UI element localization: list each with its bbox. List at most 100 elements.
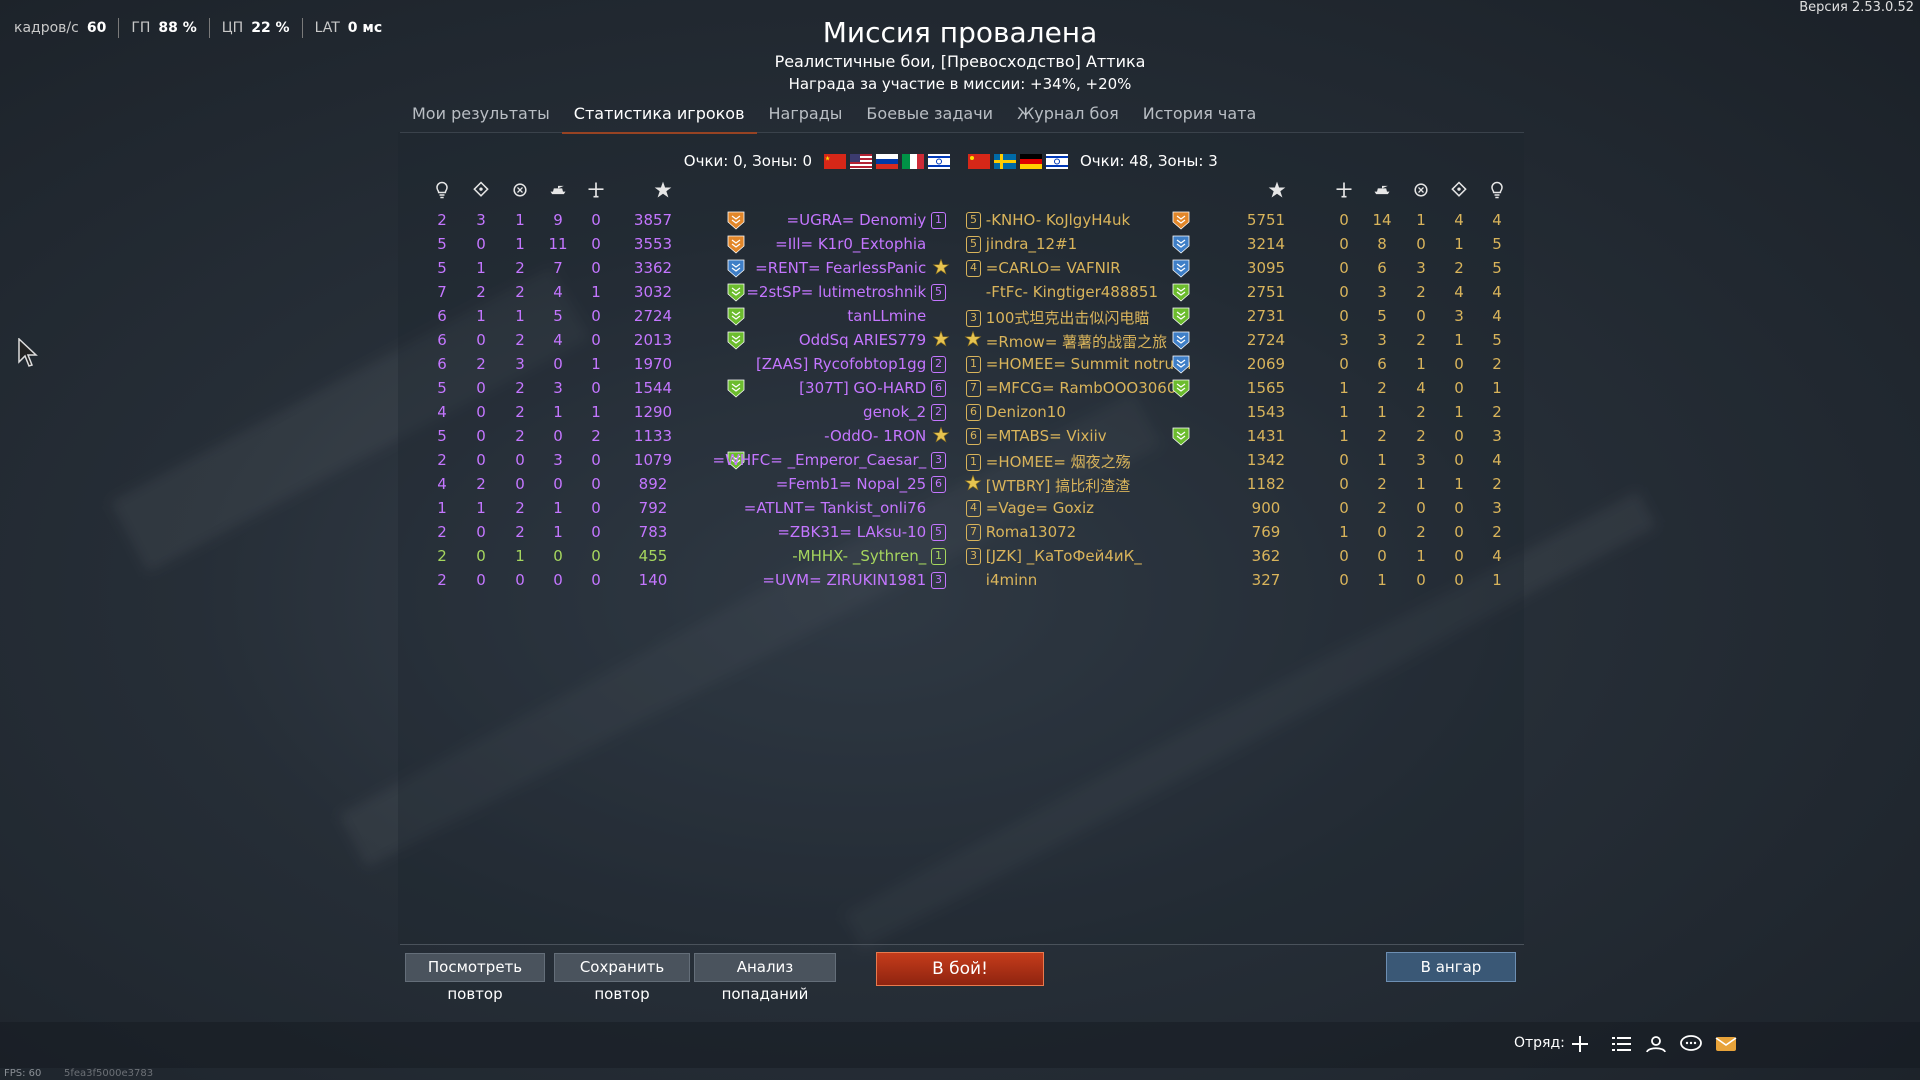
stat-caps: 2 xyxy=(515,331,525,349)
player-name[interactable]: 5 -KNHO- KoJlgyH4uk xyxy=(966,211,1130,229)
stat-air: 0 xyxy=(1339,499,1349,517)
stat-deaths: 1 xyxy=(1492,379,1502,397)
stat-ground: 3 xyxy=(553,451,563,469)
to-hangar-button[interactable]: В ангар xyxy=(1386,952,1516,982)
player-name[interactable]: tanLLmine xyxy=(847,307,946,325)
player-name[interactable]: -OddO- 1RON xyxy=(824,427,946,445)
view-replay-button[interactable]: Посмотреть повтор xyxy=(405,953,545,1003)
player-name[interactable]: 1 =HOMEE= 烟夜之殇 xyxy=(966,451,1131,472)
stat-ground: 1 xyxy=(553,499,563,517)
stat-ground: 0 xyxy=(553,475,563,493)
player-name[interactable]: -MHHX- _Sythren_ 1 xyxy=(792,547,946,565)
table-row: 2 0 0 0 0 140 =UVM= ZIRUKIN1981 3 i4minn 327 0 1 0… xyxy=(0,568,1920,592)
chat-icon[interactable] xyxy=(1679,1033,1703,1055)
to-battle-button[interactable]: В бой! xyxy=(876,952,1044,986)
tab-0[interactable]: Мои результаты xyxy=(400,96,562,132)
stat-score: 1565 xyxy=(1246,379,1286,397)
stat-deaths: 4 xyxy=(1492,451,1502,469)
stat-assists: 0 xyxy=(1454,499,1464,517)
player-name[interactable]: 3 100式坦克出击似闪电瞄 xyxy=(966,307,1149,328)
stat-ground: 1 xyxy=(1377,571,1387,589)
player-name[interactable]: OddSq ARIES779 xyxy=(799,331,946,349)
stat-air: 0 xyxy=(1339,283,1349,301)
tab-1[interactable]: Статистика игроков xyxy=(561,96,757,134)
player-name-text: =Femb1= Nopal_25 xyxy=(775,475,927,493)
deaths-icon xyxy=(1491,181,1503,199)
stat-air: 0 xyxy=(1339,547,1349,565)
table-row: 5 0 2 0 2 1133 -OddO- 1RON 6 =MTABS= Vixiiv 143… xyxy=(0,424,1920,448)
stat-deaths: 5 xyxy=(437,259,447,277)
player-name[interactable]: 4 =Vage= Goxiz xyxy=(966,499,1094,517)
hit-analysis-button[interactable]: Анализ попаданий xyxy=(694,953,836,1003)
player-name[interactable]: 7 =MFCG= RambOOO3060 xyxy=(966,379,1176,397)
player-level: 3 xyxy=(966,310,981,327)
table-row: 7 2 2 4 1 3032 =2stSP= lutimetroshnik 5 -FtFc-… xyxy=(0,280,1920,304)
player-name[interactable]: [WTBRY] 搞比利渣渣 xyxy=(966,475,1130,496)
stat-score: 2069 xyxy=(1246,355,1286,373)
player-level: 2 xyxy=(931,404,946,421)
player-name[interactable]: i4minn xyxy=(966,571,1038,589)
player-name[interactable]: =UGRA= Denomiy 1 xyxy=(787,211,946,229)
stat-assists: 0 xyxy=(476,331,486,349)
stat-deaths: 5 xyxy=(437,235,447,253)
contacts-icon[interactable] xyxy=(1644,1033,1668,1055)
tab-3[interactable]: Боевые задачи xyxy=(854,96,1005,132)
player-name[interactable]: =Ill= K1r0_Extophia xyxy=(775,235,946,253)
player-name-text: [JZK] _КаТоФей4иК_ xyxy=(985,547,1142,565)
player-name[interactable]: 4 =CARLO= VAFNIR xyxy=(966,259,1121,277)
add-squad-icon[interactable] xyxy=(1568,1033,1592,1055)
player-name[interactable]: 1 =HOMEE= Summit notrush xyxy=(966,355,1191,373)
stat-air: 0 xyxy=(591,379,601,397)
tab-4[interactable]: Журнал боя xyxy=(1005,96,1131,132)
player-name[interactable]: -FtFc- Kingtiger488851 xyxy=(966,283,1158,301)
player-name[interactable]: 6 Denizon10 xyxy=(966,403,1066,421)
table-row: 2 3 1 9 0 3857 =UGRA= Denomiy 1 5 -KNHO- KoJlgy… xyxy=(0,208,1920,232)
save-replay-button[interactable]: Сохранить повтор xyxy=(554,953,690,1003)
player-name[interactable]: =ATLNT= Tankist_onli76 xyxy=(744,499,946,517)
rank-badge-icon xyxy=(727,283,745,302)
player-name[interactable]: =RENT= FearlessPanic xyxy=(755,259,946,277)
team-right-score: Очки: 48, Зоны: 3 xyxy=(1080,152,1218,170)
player-name[interactable]: =Rmow= 薯薯的战雷之旅 xyxy=(966,331,1167,352)
score-icon xyxy=(654,181,672,198)
table-row: 1 1 2 1 0 792 =ATLNT= Tankist_onli76 4 =Vage= … xyxy=(0,496,1920,520)
player-name-text: =ZBK31= LAksu-10 xyxy=(777,523,927,541)
player-name[interactable]: =WHFC= _Emperor_Caesar_ 3 xyxy=(713,451,946,469)
tab-5[interactable]: История чата xyxy=(1131,96,1269,132)
assists-icon xyxy=(1451,181,1467,197)
player-name-text: 100式坦克出击似闪电瞄 xyxy=(985,309,1150,327)
player-name-text: Roma13072 xyxy=(985,523,1077,541)
stat-caps: 0 xyxy=(1416,571,1426,589)
stat-deaths: 5 xyxy=(437,427,447,445)
player-name[interactable]: [307T] GO-HARD 6 xyxy=(799,379,946,397)
table-row: 6 2 3 0 1 1970 [ZAAS] Rycofobtop1gg 2 1 =HOMEE=… xyxy=(0,352,1920,376)
player-name[interactable]: 7 Roma13072 xyxy=(966,523,1076,541)
stat-ground: 1 xyxy=(553,403,563,421)
player-name-text: =CARLO= VAFNIR xyxy=(985,259,1121,277)
stat-score: 1290 xyxy=(633,403,673,421)
stat-deaths: 2 xyxy=(437,571,447,589)
table-row: 2 0 0 3 0 1079 =WHFC= _Emperor_Caesar_ 3 1 =HOM… xyxy=(0,448,1920,472)
player-name[interactable]: 3 [JZK] _КаТоФей4иК_ xyxy=(966,547,1142,565)
player-name[interactable]: 5 jindra_12#1 xyxy=(966,235,1077,253)
player-name[interactable]: =2stSP= lutimetroshnik 5 xyxy=(746,283,946,301)
stat-deaths: 2 xyxy=(437,451,447,469)
stat-score: 1133 xyxy=(633,427,673,445)
player-name[interactable]: 6 =MTABS= Vixiiv xyxy=(966,427,1107,445)
player-name-text: =Ill= K1r0_Extophia xyxy=(775,235,927,253)
mail-icon[interactable] xyxy=(1714,1033,1738,1055)
player-name[interactable]: =ZBK31= LAksu-10 5 xyxy=(777,523,946,541)
tab-2[interactable]: Награды xyxy=(757,96,855,132)
stat-air: 2 xyxy=(591,427,601,445)
player-name-text: =MTABS= Vixiiv xyxy=(985,427,1107,445)
stat-assists: 2 xyxy=(476,355,486,373)
stat-air: 0 xyxy=(591,451,601,469)
stat-ground: 5 xyxy=(553,307,563,325)
player-name[interactable]: genok_2 2 xyxy=(863,403,946,421)
stat-deaths: 6 xyxy=(437,331,447,349)
list-icon[interactable] xyxy=(1610,1033,1634,1055)
player-name[interactable]: =UVM= ZIRUKIN1981 3 xyxy=(762,571,946,589)
player-name[interactable]: [ZAAS] Rycofobtop1gg 2 xyxy=(756,355,946,373)
player-name-text: -MHHX- _Sythren_ xyxy=(792,547,927,565)
player-name[interactable]: =Femb1= Nopal_25 6 xyxy=(776,475,946,493)
